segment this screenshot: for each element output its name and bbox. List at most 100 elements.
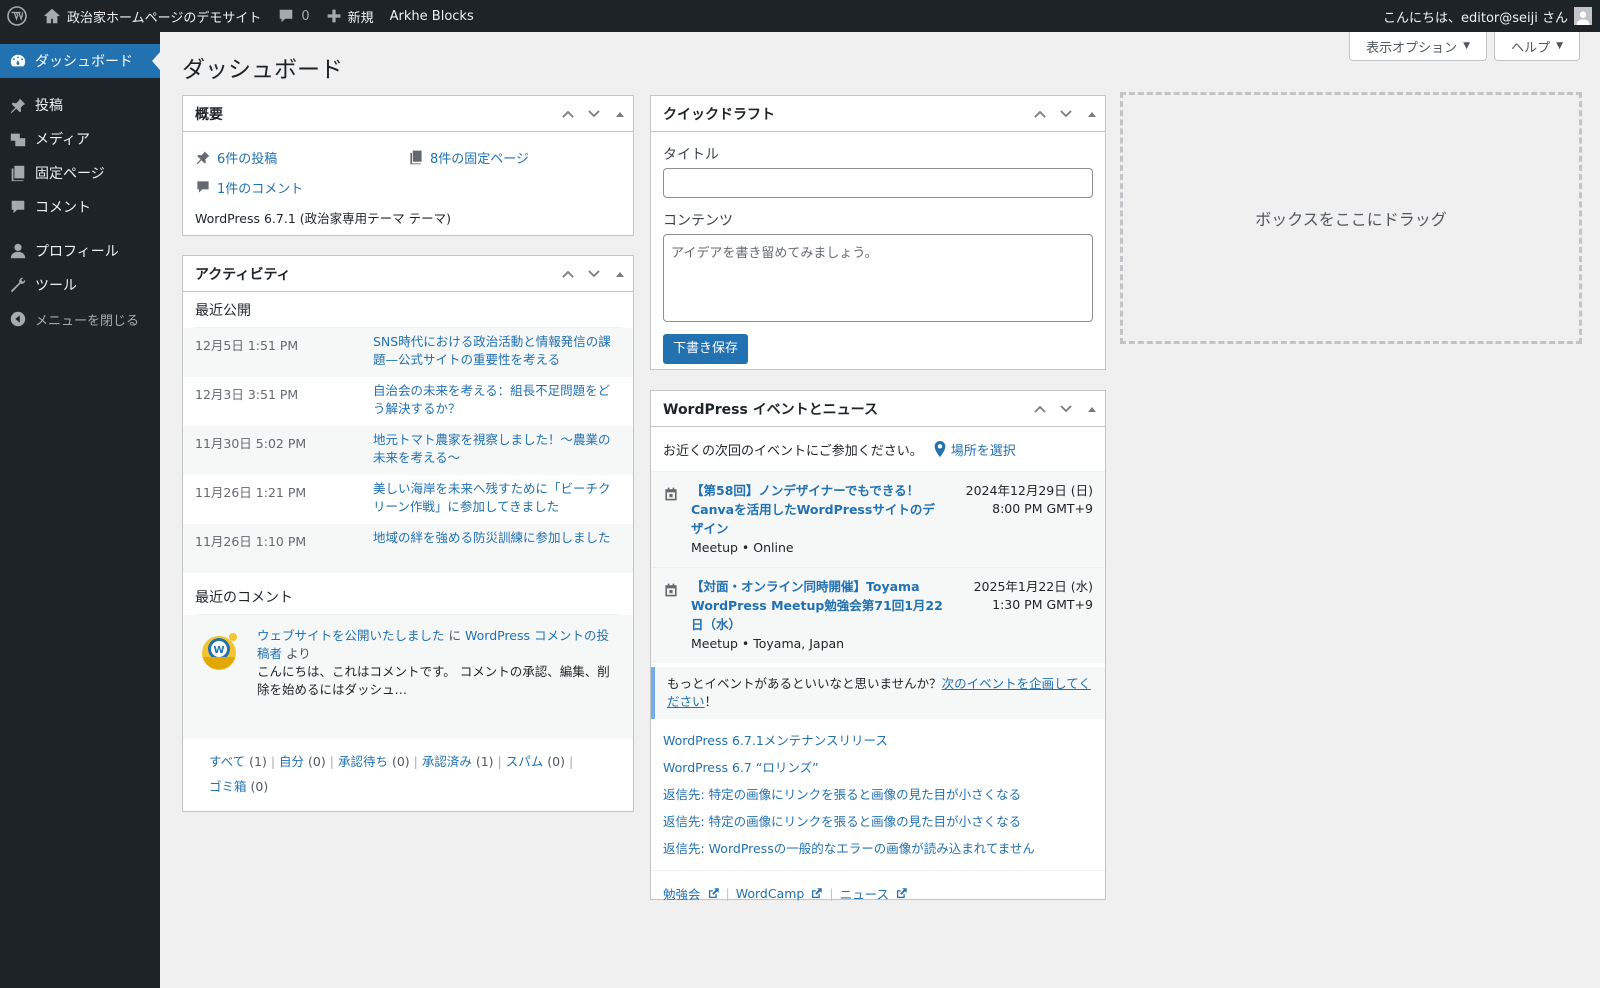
move-down-icon[interactable]: [581, 256, 607, 292]
sidebar-item-label: 固定ページ: [35, 166, 105, 182]
commenter-avatar: W: [195, 627, 245, 677]
sidebar-item-label: 投稿: [35, 98, 63, 114]
comment-post-link[interactable]: ウェブサイトを公開いたしました: [257, 628, 445, 643]
sidebar-item-label: ツール: [35, 278, 77, 294]
wordcamp-link[interactable]: WordCamp: [736, 886, 824, 901]
filter-all[interactable]: すべて (1): [209, 754, 267, 769]
move-down-icon[interactable]: [1053, 96, 1079, 132]
news-link[interactable]: 返信先: 特定の画像にリンクを張ると画像の見た目が小さくなる: [663, 808, 1093, 835]
pin-icon: [195, 149, 217, 165]
title-input[interactable]: [663, 168, 1093, 198]
post-title-link[interactable]: 地元トマト農家を視察しました！〜農業の未来を考える〜: [373, 431, 621, 467]
post-date: 12月5日 1:51 PM: [195, 338, 299, 353]
posts-count-link[interactable]: 6件の投稿: [217, 148, 277, 167]
toggle-panel-icon[interactable]: [1079, 391, 1105, 427]
move-up-icon[interactable]: [555, 96, 581, 132]
post-date: 11月30日 5:02 PM: [195, 436, 307, 451]
comment-icon: [9, 198, 35, 216]
main-content: 表示オプション ▼ ヘルプ ▼ ダッシュボード 概要 6件の投稿 8件の固定ページ …: [160, 32, 1600, 988]
arkhe-blocks-link[interactable]: Arkhe Blocks: [382, 0, 482, 32]
filter-approved[interactable]: 承認済み (1): [422, 754, 494, 769]
news-footer-link[interactable]: ニュース: [840, 884, 908, 903]
screen-options-button[interactable]: 表示オプション ▼: [1349, 32, 1488, 61]
post-title-link[interactable]: 美しい海岸を未来へ残すために「ビーチクリーン作戦」に参加してきました: [373, 480, 621, 516]
content-textarea[interactable]: アイデアを書き留めてみましょう。: [663, 234, 1093, 322]
page-title: ダッシュボード: [182, 57, 343, 83]
news-list: WordPress 6.7.1メンテナンスリリース WordPress 6.7 …: [651, 719, 1105, 862]
sidebar-item-posts[interactable]: 投稿: [0, 88, 160, 122]
comment-excerpt: こんにちは、これはコメントです。 コメントの承認、編集、削除を始めるにはダッシュ…: [257, 664, 610, 697]
move-up-icon[interactable]: [555, 256, 581, 292]
external-link-icon: [804, 887, 823, 900]
comments-link[interactable]: 0: [269, 0, 317, 32]
news-link[interactable]: 返信先: WordPressの一般的なエラーの画像が読み込まれてません: [663, 835, 1093, 862]
event-item: 【対面・オンライン同時開催】Toyama WordPress Meetup勉強会…: [651, 567, 1105, 663]
page-icon: [408, 149, 430, 165]
event-meta: Meetup • Online: [691, 540, 794, 555]
sidebar-item-dashboard[interactable]: ダッシュボード: [0, 44, 160, 78]
activity-row: 11月26日 1:21 PM 美しい海岸を未来へ残すために「ビーチクリーン作戦」に…: [183, 475, 633, 524]
calendar-icon: [663, 578, 691, 653]
notice-end: ！: [704, 694, 718, 709]
move-up-icon[interactable]: [1027, 96, 1053, 132]
post-date: 11月26日 1:10 PM: [195, 534, 307, 549]
greeting[interactable]: こんにちは、editor@seiji さん: [1383, 7, 1568, 26]
recent-comments-heading: 最近のコメント: [195, 573, 621, 615]
empty-drop-zone[interactable]: ボックスをここにドラッグ: [1120, 92, 1582, 344]
sidebar-item-media[interactable]: メディア: [0, 122, 160, 156]
comment-filters: すべて (1) | 自分 (0) | 承認待ち (0) | 承認済み (1) |…: [209, 754, 574, 794]
sidebar-item-label: ダッシュボード: [35, 54, 133, 70]
sidebar-item-profile[interactable]: プロフィール: [0, 234, 160, 268]
user-avatar-icon[interactable]: [1574, 7, 1592, 25]
collapse-menu-button[interactable]: メニューを閉じる: [0, 302, 160, 336]
news-link[interactable]: 返信先: 特定の画像にリンクを張ると画像の見た目が小さくなる: [663, 781, 1093, 808]
pages-count-link[interactable]: 8件の固定ページ: [430, 148, 529, 167]
toggle-panel-icon[interactable]: [1079, 96, 1105, 132]
event-title-link[interactable]: 【第58回】ノンデザイナーでもできる！ Canvaを活用したWordPressサ…: [691, 483, 935, 536]
activity-row: 12月5日 1:51 PM SNS時代における政治活動と情報発信の課題—公式サイト…: [183, 328, 633, 377]
user-icon: [9, 242, 35, 260]
comment-icon: [195, 179, 217, 195]
select-location-link[interactable]: 場所を選択: [951, 440, 1016, 459]
post-title-link[interactable]: 自治会の未来を考える：組長不足問題をどう解決するか？: [373, 382, 621, 418]
filter-mine[interactable]: 自分 (0): [279, 754, 326, 769]
activity-row: 11月26日 1:10 PM 地域の絆を強める防災訓練に参加しました: [183, 524, 633, 573]
new-content-link[interactable]: 新規: [318, 0, 382, 32]
filter-pending[interactable]: 承認待ち (0): [338, 754, 410, 769]
wordpress-logo-icon[interactable]: [0, 0, 35, 32]
event-item: 【第58回】ノンデザイナーでもできる！ Canvaを活用したWordPressサ…: [651, 471, 1105, 567]
move-down-icon[interactable]: [581, 96, 607, 132]
activity-row: 11月30日 5:02 PM 地元トマト農家を視察しました！〜農業の未来を考える〜: [183, 426, 633, 475]
event-date: 2024年12月29日 (日): [965, 483, 1093, 498]
filter-spam[interactable]: スパム (0): [506, 754, 565, 769]
sidebar-item-comments[interactable]: コメント: [0, 190, 160, 224]
site-name-link[interactable]: 政治家ホームページのデモサイト: [35, 0, 269, 32]
sidebar-item-label: プロフィール: [35, 244, 119, 260]
comment-on-text: に: [448, 628, 462, 643]
post-title-link[interactable]: 地域の絆を強める防災訓練に参加しました: [373, 529, 621, 547]
event-date: 2025年1月22日 (水): [973, 579, 1093, 594]
calendar-icon: [663, 482, 691, 557]
toggle-panel-icon[interactable]: [607, 256, 633, 292]
post-title-link[interactable]: SNS時代における政治活動と情報発信の課題—公式サイトの重要性を考える: [373, 333, 621, 369]
page-icon: [9, 164, 35, 182]
news-link[interactable]: WordPress 6.7 “ロリンズ”: [663, 754, 1093, 781]
sidebar-item-pages[interactable]: 固定ページ: [0, 156, 160, 190]
media-icon: [9, 130, 35, 148]
meetups-link[interactable]: 勉強会: [663, 884, 720, 903]
move-down-icon[interactable]: [1053, 391, 1079, 427]
filter-trash[interactable]: ゴミ箱 (0): [209, 779, 268, 794]
quick-draft-widget: クイックドラフト タイトル コンテンツ アイデアを書き留めてみましょう。 下書き…: [650, 95, 1106, 370]
event-title-link[interactable]: 【対面・オンライン同時開催】Toyama WordPress Meetup勉強会…: [691, 579, 943, 632]
sidebar-item-tools[interactable]: ツール: [0, 268, 160, 302]
comments-count-link[interactable]: 1件のコメント: [217, 178, 303, 197]
wrench-icon: [9, 276, 35, 294]
move-up-icon[interactable]: [1027, 391, 1053, 427]
save-draft-button[interactable]: 下書き保存: [663, 334, 749, 364]
toggle-panel-icon[interactable]: [607, 96, 633, 132]
comment-by-text: より: [286, 646, 311, 661]
event-time: 1:30 PM GMT+9: [992, 597, 1093, 612]
news-link[interactable]: WordPress 6.7.1メンテナンスリリース: [663, 727, 1093, 754]
wordpress-version: WordPress 6.7.1 (政治家専用テーマ テーマ): [195, 211, 452, 226]
help-button[interactable]: ヘルプ ▼: [1494, 32, 1580, 61]
